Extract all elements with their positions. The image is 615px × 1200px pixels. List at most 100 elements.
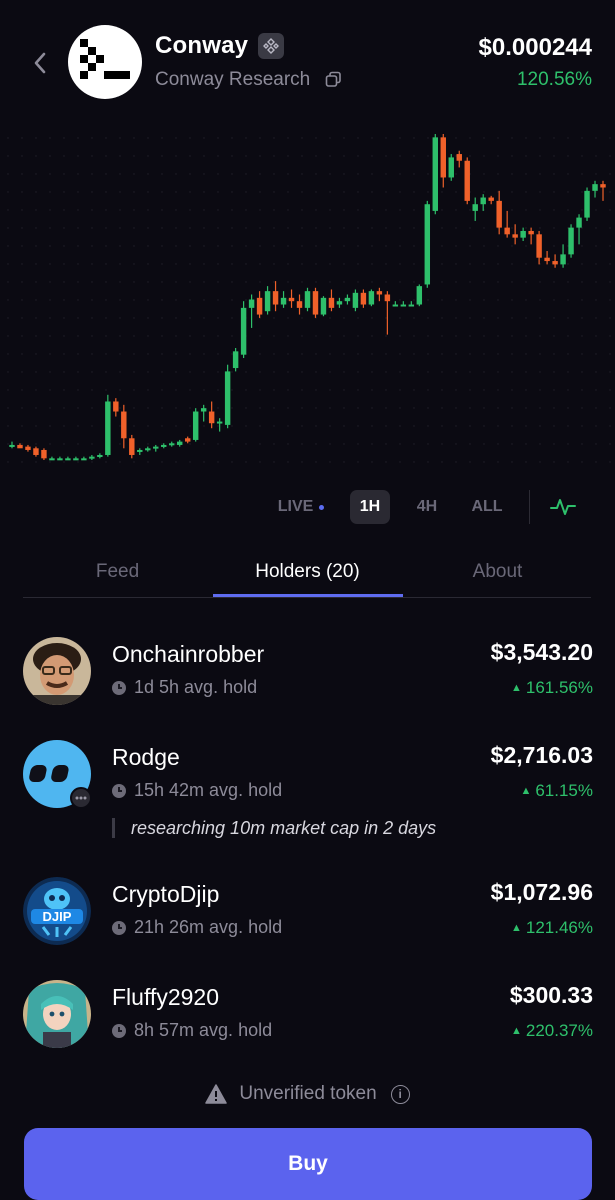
- candle-body: [81, 458, 87, 461]
- clock-icon: [112, 1023, 126, 1038]
- candle-body: [416, 286, 423, 305]
- candle: [408, 301, 415, 307]
- candle: [232, 347, 239, 372]
- holder-name: Rodge: [112, 744, 180, 770]
- candle: [568, 224, 574, 258]
- candle: [192, 408, 199, 442]
- candle: [432, 134, 439, 215]
- range-live-button[interactable]: LIVE: [270, 490, 332, 524]
- tab-holders[interactable]: Holders (20): [213, 548, 402, 596]
- terminal-prompt-logo: [80, 39, 130, 79]
- candle-body: [504, 227, 510, 235]
- candle: [560, 244, 566, 268]
- candle-body: [137, 449, 143, 452]
- tab-about[interactable]: About: [403, 548, 592, 596]
- candle: [448, 154, 454, 181]
- candle-body: [472, 204, 478, 211]
- time-range-selector: LIVE 1H 4H ALL: [0, 488, 615, 528]
- candle: [41, 448, 47, 460]
- holder-change-text: 121.46%: [525, 918, 593, 937]
- holder-change-text: 220.37%: [525, 1021, 593, 1040]
- candle-body: [352, 292, 359, 308]
- holder-row[interactable]: DJIP CryptoDjip 21h 26m avg. hold $1,072…: [23, 877, 593, 949]
- holder-value: $3,543.20: [490, 639, 593, 665]
- candle-body: [408, 304, 415, 307]
- tab-feed[interactable]: Feed: [23, 548, 212, 596]
- range-live-label: LIVE: [277, 498, 314, 515]
- candle-body: [65, 458, 71, 461]
- candle-body: [248, 299, 255, 308]
- holder-name: Onchainrobber: [112, 641, 265, 667]
- candle: [352, 289, 359, 312]
- candle-body: [296, 301, 303, 308]
- candle-body: [169, 443, 175, 446]
- candle: [224, 364, 231, 429]
- candle: [81, 456, 87, 461]
- candle: [272, 281, 279, 312]
- candle-body: [480, 197, 486, 205]
- candle: [400, 301, 407, 307]
- chart-type-toggle[interactable]: [546, 490, 580, 524]
- copy-icon[interactable]: [325, 71, 342, 88]
- candle: [512, 224, 518, 245]
- range-4h-button[interactable]: 4H: [407, 490, 447, 524]
- candle-body: [288, 297, 295, 302]
- holder-name: CryptoDjip: [112, 881, 220, 907]
- candle-body: [376, 291, 383, 295]
- avg-hold-text: 15h 42m avg. hold: [134, 780, 283, 800]
- holder-change-text: 161.56%: [525, 678, 593, 697]
- range-all-button[interactable]: ALL: [465, 490, 509, 524]
- candle-body: [568, 227, 574, 255]
- range-divider: [529, 490, 530, 524]
- candle-body: [520, 230, 526, 238]
- candle: [600, 180, 606, 201]
- line-pulse-icon: [550, 499, 576, 515]
- candle: [576, 214, 582, 245]
- price-chart[interactable]: [0, 120, 615, 480]
- candle: [256, 291, 263, 318]
- candle-body: [400, 304, 407, 307]
- candle: [65, 456, 71, 461]
- active-tab-indicator: [213, 594, 403, 597]
- avatar: DJIP: [23, 877, 91, 945]
- candle-body: [368, 291, 375, 305]
- candle: [440, 134, 446, 188]
- candle: [184, 436, 191, 444]
- candle: [97, 453, 103, 459]
- holder-row[interactable]: Onchainrobber 1d 5h avg. hold $3,543.20 …: [23, 637, 593, 709]
- candle: [280, 291, 287, 308]
- clock-icon: [112, 920, 126, 935]
- candle: [368, 289, 375, 307]
- candle: [200, 404, 207, 422]
- holder-change: ▲ 121.46%: [511, 918, 593, 938]
- candle: [296, 294, 303, 315]
- candle-body: [105, 401, 111, 455]
- candle-body: [528, 230, 534, 235]
- info-icon[interactable]: i: [390, 1084, 410, 1104]
- candle-body: [57, 458, 63, 461]
- back-button[interactable]: [26, 46, 54, 80]
- candle: [153, 444, 159, 452]
- candle-body: [592, 184, 598, 191]
- candle: [504, 210, 510, 238]
- holder-row[interactable]: Rodge 15h 42m avg. hold $2,716.03 ▲ 61.15…: [23, 740, 593, 850]
- holder-value: $300.33: [509, 982, 593, 1008]
- candle: [496, 190, 502, 235]
- holder-value: $1,072.96: [490, 879, 593, 905]
- price-change: 120.56%: [516, 69, 592, 90]
- candle: [105, 394, 111, 457]
- range-1h-button[interactable]: 1H: [350, 490, 390, 524]
- candle-body: [304, 291, 311, 308]
- candle: [240, 301, 247, 359]
- candle: [520, 227, 526, 241]
- token-name: Conway: [155, 32, 249, 59]
- candle: [464, 157, 470, 205]
- buy-button[interactable]: Buy: [24, 1128, 592, 1200]
- holder-row[interactable]: Fluffy2920 8h 57m avg. hold $300.33 ▲ 220…: [23, 980, 593, 1052]
- token-price: $0.000244: [478, 34, 592, 61]
- token-logo: [68, 25, 142, 99]
- candle-body: [17, 444, 23, 449]
- candle: [376, 287, 383, 302]
- candle: [216, 418, 223, 432]
- candle: [9, 441, 15, 449]
